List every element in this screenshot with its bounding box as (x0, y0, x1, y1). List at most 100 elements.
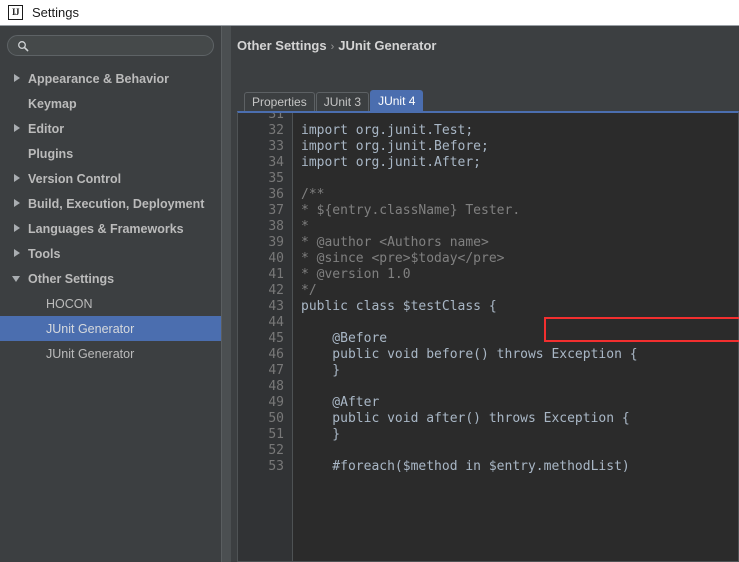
sidebar-item-languages-frameworks[interactable]: Languages & Frameworks (0, 216, 221, 241)
chevron-right-icon[interactable] (12, 123, 23, 134)
tree-spacer (12, 148, 23, 159)
code-line[interactable]: import org.junit.After; (294, 155, 738, 171)
code-line[interactable] (294, 113, 738, 123)
sidebar-item-version-control[interactable]: Version Control (0, 166, 221, 191)
chevron-right-icon[interactable] (12, 198, 23, 209)
code-line[interactable]: * @since <pre>$today</pre> (294, 251, 738, 267)
sidebar-item-keymap[interactable]: Keymap (0, 91, 221, 116)
sidebar-item-hocon[interactable]: HOCON (0, 291, 221, 316)
code-line[interactable]: import org.junit.Test; (294, 123, 738, 139)
chevron-right-icon[interactable] (12, 248, 23, 259)
line-number: 53 (238, 459, 292, 475)
line-number: 48 (238, 379, 292, 395)
code-line[interactable]: @Before (294, 331, 738, 347)
line-number: 41 (238, 267, 292, 283)
code-line[interactable]: } (294, 363, 738, 379)
editor-code-area[interactable]: import org.junit.Test;import org.junit.B… (294, 113, 738, 561)
code-line[interactable]: * @version 1.0 (294, 267, 738, 283)
code-line[interactable]: #foreach($method in $entry.methodList) (294, 459, 738, 475)
tree-spacer (30, 348, 41, 359)
code-line[interactable]: public void before() throws Exception { (294, 347, 738, 363)
search-box[interactable] (7, 35, 214, 56)
code-line[interactable]: public void after() throws Exception { (294, 411, 738, 427)
code-line[interactable]: * @author <Authors name> (294, 235, 738, 251)
editor-gutter: 3132333435363738394041424344454647484950… (238, 113, 293, 561)
code-line[interactable]: * (294, 219, 738, 235)
line-number: 43 (238, 299, 292, 315)
code-line[interactable] (294, 171, 738, 187)
settings-tree: Appearance & Behavior Keymap Editor Plugins… (0, 66, 221, 366)
line-number: 35 (238, 171, 292, 187)
chevron-down-icon[interactable] (12, 273, 23, 284)
tab-junit-3[interactable]: JUnit 3 (316, 92, 369, 111)
line-number: 42 (238, 283, 292, 299)
search-icon (17, 40, 29, 52)
window-title: Settings (32, 5, 79, 20)
settings-sidebar: Appearance & Behavior Keymap Editor Plugins… (0, 26, 221, 562)
line-number: 46 (238, 347, 292, 363)
code-line[interactable]: /** (294, 187, 738, 203)
line-number: 40 (238, 251, 292, 267)
sidebar-item-label: JUnit Generator (46, 347, 134, 361)
sidebar-item-label: Plugins (28, 147, 73, 161)
tab-junit-4[interactable]: JUnit 4 (370, 90, 423, 111)
main-panel: Other Settings ›JUnit Generator Propertie… (231, 26, 739, 562)
template-editor[interactable]: 3132333435363738394041424344454647484950… (237, 111, 739, 562)
sidebar-item-plugins[interactable]: Plugins (0, 141, 221, 166)
code-line[interactable] (294, 443, 738, 459)
sidebar-item-other-settings[interactable]: Other Settings (0, 266, 221, 291)
sidebar-item-editor[interactable]: Editor (0, 116, 221, 141)
line-number: 50 (238, 411, 292, 427)
sidebar-item-label: Languages & Frameworks (28, 222, 184, 236)
line-number: 32 (238, 123, 292, 139)
sidebar-item-label: JUnit Generator (46, 322, 134, 336)
sidebar-item-label: Version Control (28, 172, 121, 186)
sidebar-item-label: Appearance & Behavior (28, 72, 169, 86)
chevron-right-icon[interactable] (12, 173, 23, 184)
line-number: 49 (238, 395, 292, 411)
chevron-right-icon[interactable] (12, 223, 23, 234)
breadcrumb-parent[interactable]: Other Settings (237, 38, 327, 53)
sidebar-item-junit-generator[interactable]: JUnit Generator (0, 341, 221, 366)
code-line[interactable]: @After (294, 395, 738, 411)
chevron-right-icon[interactable] (12, 73, 23, 84)
tab-properties[interactable]: Properties (244, 92, 315, 111)
tree-spacer (30, 323, 41, 334)
code-line[interactable]: import org.junit.Before; (294, 139, 738, 155)
line-number: 31 (238, 111, 292, 123)
sidebar-item-label: HOCON (46, 297, 93, 311)
sidebar-item-appearance-behavior[interactable]: Appearance & Behavior (0, 66, 221, 91)
sidebar-item-junit-generator[interactable]: JUnit Generator (0, 316, 221, 341)
line-number: 39 (238, 235, 292, 251)
tree-spacer (12, 98, 23, 109)
search-input[interactable] (34, 39, 213, 53)
breadcrumb: Other Settings ›JUnit Generator (237, 38, 437, 53)
code-line[interactable]: public class $testClass { (294, 299, 738, 315)
settings-window: IJ Settings Appearance & Behavior Keymap E… (0, 0, 739, 562)
line-number: 45 (238, 331, 292, 347)
code-line[interactable]: */ (294, 283, 738, 299)
sidebar-item-label: Build, Execution, Deployment (28, 197, 204, 211)
sidebar-item-tools[interactable]: Tools (0, 241, 221, 266)
code-line[interactable]: * ${entry.className} Tester. (294, 203, 738, 219)
line-number: 51 (238, 427, 292, 443)
sidebar-item-label: Keymap (28, 97, 77, 111)
sidebar-item-label: Other Settings (28, 272, 114, 286)
code-line[interactable]: } (294, 427, 738, 443)
sidebar-item-label: Editor (28, 122, 64, 136)
line-number: 44 (238, 315, 292, 331)
search-field-wrapper (7, 35, 214, 56)
line-number: 33 (238, 139, 292, 155)
code-line[interactable] (294, 379, 738, 395)
intellij-idea-icon-text: IJ (12, 8, 19, 17)
breadcrumb-current: JUnit Generator (338, 38, 436, 53)
code-line[interactable] (294, 315, 738, 331)
line-number: 34 (238, 155, 292, 171)
line-number: 36 (238, 187, 292, 203)
title-bar: IJ Settings (0, 0, 739, 26)
tree-spacer (30, 298, 41, 309)
breadcrumb-separator: › (331, 41, 335, 53)
sidebar-item-build-execution-deployment[interactable]: Build, Execution, Deployment (0, 191, 221, 216)
sidebar-item-label: Tools (28, 247, 60, 261)
line-number: 52 (238, 443, 292, 459)
